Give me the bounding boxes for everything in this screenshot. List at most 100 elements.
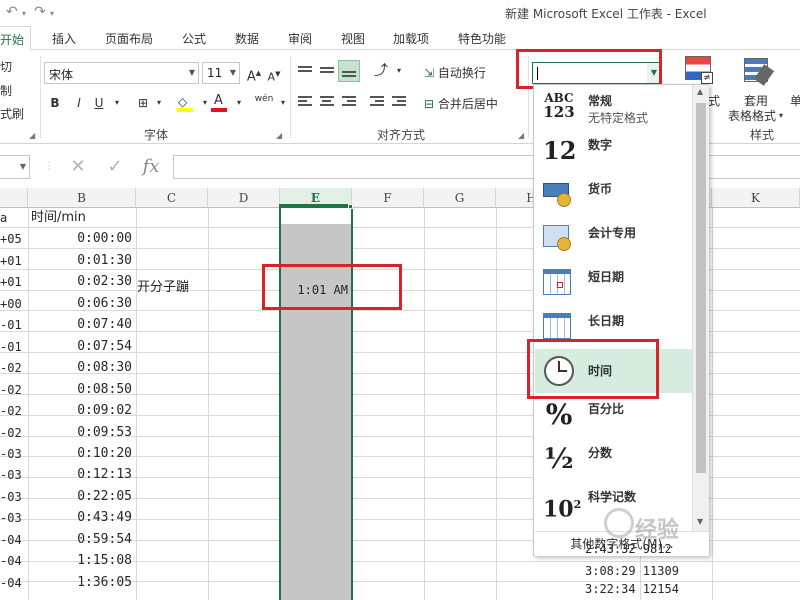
align-right-icon[interactable] <box>342 94 358 108</box>
align-middle-icon[interactable] <box>320 65 336 79</box>
chevron-down-icon[interactable]: ▾ <box>150 94 168 112</box>
cell-a[interactable]: -03 <box>0 508 28 528</box>
cell-a[interactable]: +01 <box>0 251 28 271</box>
cell-b[interactable]: 0:08:50 <box>28 380 135 400</box>
cell-b[interactable]: 1:36:05 <box>28 573 135 593</box>
format-option-fraction[interactable]: ½ 分数 <box>535 437 693 481</box>
cell-b[interactable]: 0:07:40 <box>28 315 135 335</box>
cell-a[interactable]: -01 <box>0 315 28 335</box>
cell-j[interactable]: 3:08:29 11309 <box>585 561 715 581</box>
chevron-down-icon[interactable]: ▾ <box>390 62 408 80</box>
tab-data[interactable]: 数据 <box>235 30 259 47</box>
cell-j[interactable]: 3:22:34 12154 <box>585 579 715 599</box>
cell-a[interactable]: -01 <box>0 337 28 357</box>
tab-review[interactable]: 审阅 <box>288 30 312 47</box>
cell-a[interactable]: +05 <box>0 229 28 249</box>
cell-b[interactable]: 0:08:30 <box>28 358 135 378</box>
align-center-icon[interactable] <box>320 94 336 108</box>
cell-b[interactable]: 0:02:30 <box>28 272 135 292</box>
tab-special-features[interactable]: 特色功能 <box>458 30 506 47</box>
dropdown-scrollbar[interactable]: ▲ ▼ <box>692 85 709 531</box>
cell-b[interactable]: 0:06:30 <box>28 294 135 314</box>
format-painter-button[interactable]: 式刷 <box>0 105 24 122</box>
tab-formulas[interactable]: 公式 <box>182 30 206 47</box>
cell-b[interactable]: 0:09:02 <box>28 401 135 421</box>
cell-b[interactable]: 0:22:05 <box>28 487 135 507</box>
cell-a[interactable]: -04 <box>0 530 28 550</box>
undo-dropdown-icon[interactable]: ▾ <box>22 9 26 18</box>
undo-icon[interactable]: ↶ <box>6 4 18 20</box>
wrap-text-button[interactable]: ⇲ 自动换行 <box>424 64 486 81</box>
font-launcher-icon[interactable]: ◢ <box>276 131 282 140</box>
fill-handle[interactable] <box>348 204 353 209</box>
column-header-b[interactable]: B <box>28 188 136 208</box>
insert-function-button[interactable]: fx <box>138 155 164 179</box>
format-option-number[interactable]: 12 数字 <box>535 129 693 173</box>
column-header-a[interactable] <box>0 188 28 208</box>
cell-a[interactable]: +01 <box>0 272 28 292</box>
font-color-icon[interactable]: A <box>210 93 228 112</box>
cell-b[interactable]: 0:43:49 <box>28 508 135 528</box>
cell-a[interactable]: -03 <box>0 465 28 485</box>
cell-a[interactable]: -02 <box>0 380 28 400</box>
format-as-table-icon[interactable] <box>744 58 775 86</box>
cell-b[interactable]: 0:07:54 <box>28 337 135 357</box>
cell-c-text[interactable]: 开分子蹦 <box>137 278 227 298</box>
shrink-font-button[interactable]: A▼ <box>265 65 283 84</box>
chevron-down-icon[interactable]: ▾ <box>772 107 790 125</box>
align-left-icon[interactable] <box>298 94 314 108</box>
column-header-g[interactable]: G <box>424 188 496 208</box>
decrease-indent-icon[interactable] <box>370 94 386 108</box>
scroll-down-icon[interactable]: ▼ <box>697 517 703 526</box>
phonetic-guide-icon[interactable]: wén <box>252 90 276 108</box>
cell-j[interactable]: 2:43:32 9812 <box>585 539 715 559</box>
copy-button[interactable]: 制 <box>0 82 12 99</box>
underline-button[interactable]: U <box>90 94 108 112</box>
merge-center-button[interactable]: ⊟ 合并后居中 <box>424 95 498 112</box>
column-header-k[interactable]: K <box>712 188 800 208</box>
column-header-c[interactable]: C <box>136 188 208 208</box>
cell-b[interactable]: 0:00:00 <box>28 229 135 249</box>
cell-a[interactable]: -02 <box>0 358 28 378</box>
format-option-percent[interactable]: % 百分比 <box>535 393 693 437</box>
cell-b[interactable]: 0:12:13 <box>28 465 135 485</box>
align-bottom-button[interactable] <box>338 60 360 82</box>
clipboard-launcher-icon[interactable]: ◢ <box>29 131 35 140</box>
column-header-d[interactable]: D <box>208 188 280 208</box>
cell-a[interactable]: -04 <box>0 573 28 593</box>
cancel-icon[interactable]: ✕ <box>66 155 90 179</box>
cell-a[interactable]: -02 <box>0 401 28 421</box>
italic-button[interactable]: I <box>70 94 88 112</box>
format-option-currency[interactable]: 货币 <box>535 173 693 217</box>
cell-b[interactable]: 1:15:08 <box>28 551 135 571</box>
chevron-down-icon[interactable]: ▾ <box>230 94 248 112</box>
scrollbar-thumb[interactable] <box>696 103 706 473</box>
chevron-down-icon[interactable]: ▾ <box>108 94 126 112</box>
format-option-short-date[interactable]: 短日期 <box>535 261 693 305</box>
cell-a[interactable]: -03 <box>0 444 28 464</box>
cell-a1[interactable]: a <box>0 208 28 228</box>
column-header-f[interactable]: F <box>352 188 424 208</box>
name-box[interactable]: ▼ <box>0 155 30 179</box>
scroll-up-icon[interactable]: ▲ <box>697 87 703 96</box>
fill-color-icon[interactable]: ◇ <box>176 93 194 112</box>
redo-dropdown-icon[interactable]: ▾ <box>50 9 54 18</box>
alignment-launcher-icon[interactable]: ◢ <box>518 131 524 140</box>
tab-page-layout[interactable]: 页面布局 <box>105 30 153 47</box>
font-size-combo[interactable]: 11 ▼ <box>202 62 240 84</box>
align-top-icon[interactable] <box>298 64 314 78</box>
tab-view[interactable]: 视图 <box>341 30 365 47</box>
cell-b[interactable]: 0:59:54 <box>28 530 135 550</box>
grow-font-button[interactable]: A▲ <box>245 64 263 84</box>
cut-button[interactable]: 切 <box>0 58 12 75</box>
cell-a[interactable]: +00 <box>0 294 28 314</box>
font-name-combo[interactable]: 宋体 ▼ <box>44 62 199 84</box>
cell-a[interactable]: -03 <box>0 487 28 507</box>
cell-b[interactable]: 0:10:20 <box>28 444 135 464</box>
cell-b1[interactable]: 时间/min <box>28 208 135 228</box>
tab-insert[interactable]: 插入 <box>52 30 76 47</box>
tab-home[interactable]: 开始 <box>0 26 32 51</box>
tab-addins[interactable]: 加载项 <box>393 30 429 47</box>
redo-icon[interactable]: ↷ <box>34 4 46 20</box>
format-option-general[interactable]: ABC 123 常规 无特定格式 <box>535 85 693 129</box>
